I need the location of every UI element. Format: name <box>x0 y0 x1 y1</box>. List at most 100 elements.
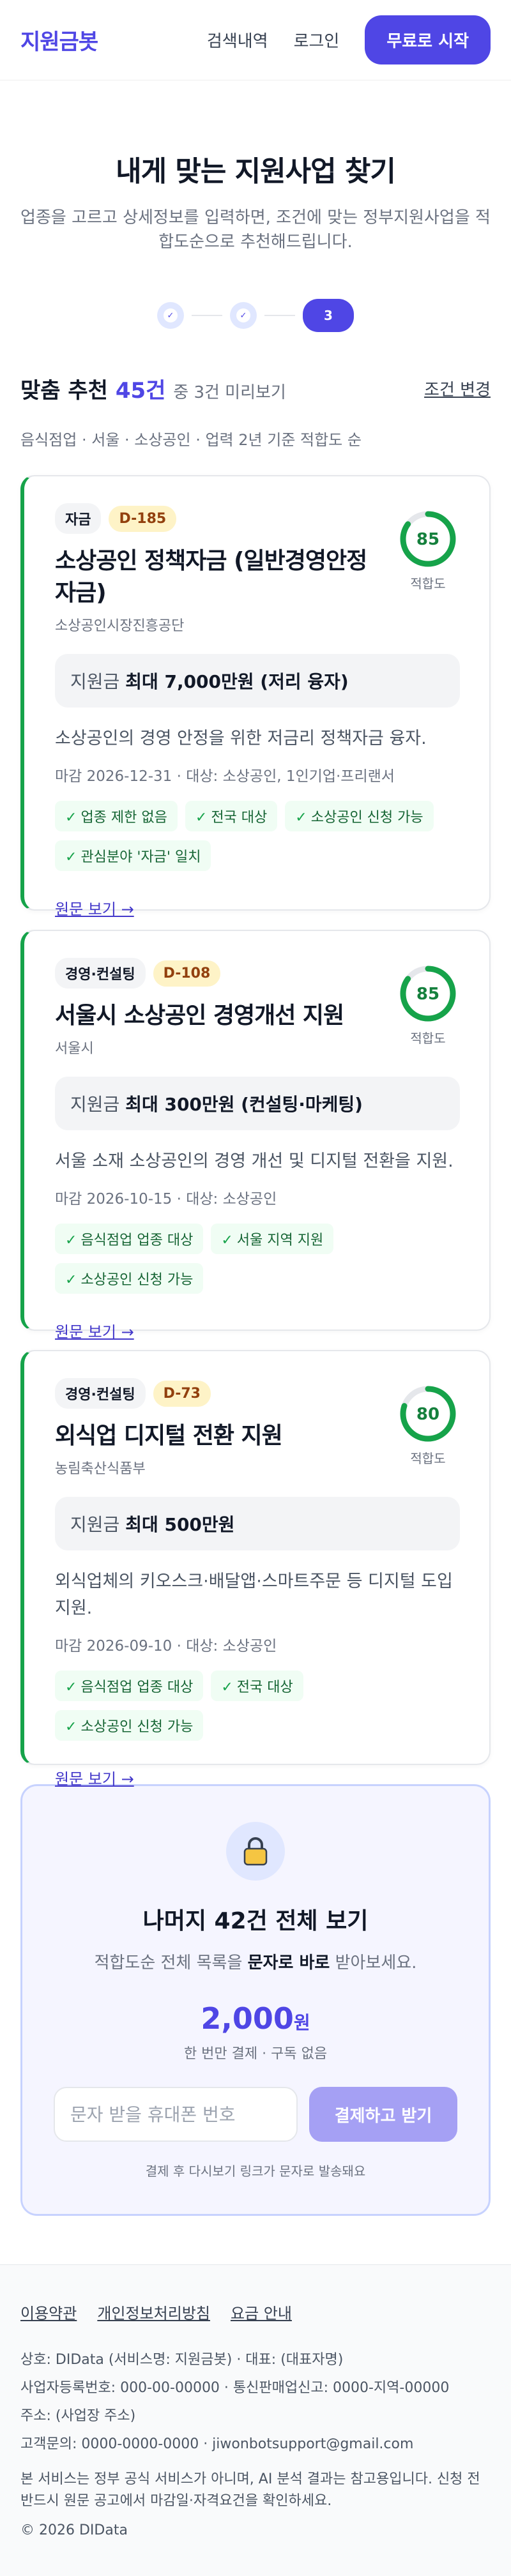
match-chips: ✓ 음식점업 업종 대상 ✓ 서울 지역 지원 ✓ 소상공인 신청 가능 <box>55 1224 460 1303</box>
support-amount: 지원금 최대 7,000만원 (저리 융자) <box>55 654 460 708</box>
nav-login[interactable]: 로그인 <box>294 28 340 52</box>
score-label: 적합도 <box>410 1451 446 1466</box>
check-icon: ✓ <box>195 810 208 826</box>
results-preview: 중 3건 미리보기 <box>173 383 286 402</box>
paywall-form: 결제하고 받기 <box>48 2087 463 2142</box>
customer-contact: 고객문의: 0000-0000-0000 · jiwonbotsupport@g… <box>20 2436 414 2452</box>
support-value: 최대 500만원 <box>125 1514 235 1535</box>
category-badge: 경영·컨설팅 <box>55 958 146 989</box>
score-value: 85 <box>416 985 439 1004</box>
terms-link[interactable]: 이용약관 <box>20 2301 77 2323</box>
results-title-prefix: 맞춤 추천 <box>20 378 108 404</box>
results-criteria: 음식점업 · 서울 · 소상공인 · 업력 2년 기준 적합도 순 <box>20 431 362 449</box>
program-org: 소상공인시장진흥공단 <box>55 618 185 634</box>
dday-badge: D-73 <box>153 1380 211 1407</box>
dday-badge: D-185 <box>109 505 177 532</box>
site-header: 지원금봇 검색내역 로그인 무료로 시작 <box>0 0 511 80</box>
support-prefix: 지원금 <box>70 1094 120 1115</box>
score-ring: 85 <box>400 966 456 1022</box>
lock-icon <box>243 1837 268 1866</box>
paywall-note: 한 번만 결제 · 구독 없음 <box>183 2046 328 2062</box>
disclaimer: 본 서비스는 정부 공식 서비스가 아니며, AI 분석 결과는 참고용입니다.… <box>20 2471 480 2509</box>
page-title: 내게 맞는 지원사업 찾기 <box>116 155 396 188</box>
company-name: 상호: DIData (서비스명: 지원금봇) · 대표: (대표자명) <box>20 2352 344 2368</box>
match-chips: ✓ 업종 제한 없음 ✓ 전국 대상 ✓ 소상공인 신청 가능 ✓ 관심분야 '자금' … <box>55 801 460 880</box>
start-free-button[interactable]: 무료로 시작 <box>365 15 491 64</box>
match-score: 85 적합도 <box>399 510 457 592</box>
program-meta: 마감 2026-09-10 · 대상: 소상공인 <box>55 1638 277 1655</box>
support-amount: 지원금 최대 300만원 (컨설팅·마케팅) <box>55 1077 460 1130</box>
step-connector <box>192 315 222 316</box>
privacy-link[interactable]: 개인정보처리방침 <box>97 2301 210 2323</box>
match-chip: ✓ 전국 대상 <box>211 1671 303 1701</box>
match-chip: ✓ 관심분야 '자금' 일치 <box>55 840 211 871</box>
price-value: 2,000 <box>201 2001 294 2036</box>
pricing-link[interactable]: 요금 안내 <box>231 2301 292 2323</box>
score-label: 적합도 <box>410 1031 446 1046</box>
result-cards: 자금 D-185 소상공인 정책자금 (일반경영안정자금) 소상공인시장진흥공단… <box>0 475 511 2216</box>
top-nav: 검색내역 로그인 무료로 시작 <box>207 15 491 64</box>
change-conditions-link[interactable]: 조건 변경 <box>424 377 491 400</box>
results-title: 맞춤 추천 45건 중 3건 미리보기 <box>20 373 286 404</box>
company-info: 상호: DIData (서비스명: 지원금봇) · 대표: (대표자명) 사업자… <box>20 2346 491 2459</box>
program-description: 서울 소재 소상공인의 경영 개선 및 디지털 전환을 지원. <box>55 1151 454 1171</box>
company-address: 주소: (사업장 주소) <box>20 2408 136 2424</box>
paywall-title: 나머지 42건 전체 보기 <box>142 1908 369 1934</box>
program-meta: 마감 2026-10-15 · 대상: 소상공인 <box>55 1191 277 1208</box>
step-1[interactable]: ✓ <box>157 302 184 329</box>
logo[interactable]: 지원금봇 <box>20 24 98 56</box>
paywall-footnote: 결제 후 다시보기 링크가 문자로 발송돼요 <box>145 2163 366 2179</box>
nav-search-history[interactable]: 검색내역 <box>207 28 268 52</box>
view-original-link[interactable]: 원문 보기 → <box>55 1319 134 1342</box>
match-chips: ✓ 음식점업 업종 대상 ✓ 전국 대상 ✓ 소상공인 신청 가능 <box>55 1671 460 1750</box>
program-card: 자금 D-185 소상공인 정책자금 (일반경영안정자금) 소상공인시장진흥공단… <box>20 475 491 918</box>
program-title: 소상공인 정책자금 (일반경영안정자금) <box>55 548 367 606</box>
page-subtitle: 업종을 고르고 상세정보를 입력하면, 조건에 맞는 정부지원사업을 적합도순으… <box>20 208 491 252</box>
support-value: 최대 7,000만원 (저리 융자) <box>125 671 349 692</box>
step-connector <box>264 315 295 316</box>
score-label: 적합도 <box>410 576 446 591</box>
hero: 내게 맞는 지원사업 찾기 업종을 고르고 상세정보를 입력하면, 조건에 맞는… <box>0 80 511 254</box>
pay-and-receive-button[interactable]: 결제하고 받기 <box>309 2087 457 2142</box>
step-2[interactable]: ✓ <box>230 302 257 329</box>
check-icon: ✓ <box>65 1719 77 1735</box>
check-icon: ✓ <box>65 1232 77 1248</box>
match-chip: ✓ 업종 제한 없음 <box>55 801 178 831</box>
program-description: 소상공인의 경영 안정을 위한 저금리 정책자금 융자. <box>55 729 427 748</box>
check-icon: ✓ <box>65 1272 77 1288</box>
score-ring: 80 <box>400 1386 456 1442</box>
program-description: 외식업체의 키오스크·배달앱·스마트주문 등 디지털 도입 지원. <box>55 1572 453 1618</box>
paywall-subtitle: 적합도순 전체 목록을 문자로 바로 받아보세요. <box>94 1953 417 1973</box>
support-amount: 지원금 최대 500만원 <box>55 1497 460 1550</box>
paywall-price: 2,000원 <box>48 2001 463 2036</box>
match-score: 80 적합도 <box>399 1384 457 1467</box>
match-chip: ✓ 서울 지역 지원 <box>211 1224 334 1254</box>
lock-badge <box>226 1822 285 1881</box>
program-meta: 마감 2026-12-31 · 대상: 소상공인, 1인기업·프리랜서 <box>55 768 395 785</box>
support-value: 최대 300만원 (컨설팅·마케팅) <box>125 1094 363 1115</box>
view-original-link[interactable]: 원문 보기 → <box>55 897 134 919</box>
program-card: 경영·컨설팅 D-73 외식업 디지털 전환 지원 농림축산식품부 80 적합도… <box>20 1350 491 1788</box>
view-original-link[interactable]: 원문 보기 → <box>55 1766 134 1789</box>
score-value: 80 <box>416 1405 439 1424</box>
match-chip: ✓ 음식점업 업종 대상 <box>55 1224 204 1254</box>
match-chip: ✓ 소상공인 신청 가능 <box>285 801 434 831</box>
program-card: 경영·컨설팅 D-108 서울시 소상공인 경영개선 지원 서울시 85 적합도… <box>20 930 491 1341</box>
match-chip: ✓ 소상공인 신청 가능 <box>55 1710 204 1741</box>
program-title: 서울시 소상공인 경영개선 지원 <box>55 1003 344 1029</box>
price-unit: 원 <box>293 2012 310 2033</box>
score-value: 85 <box>416 530 439 549</box>
phone-input[interactable] <box>54 2087 298 2142</box>
match-chip: ✓ 전국 대상 <box>185 801 278 831</box>
category-badge: 경영·컨설팅 <box>55 1378 146 1409</box>
copyright: © 2026 DIData <box>20 2522 128 2538</box>
program-title: 외식업 디지털 전환 지원 <box>55 1423 283 1449</box>
results-header: 맞춤 추천 45건 중 3건 미리보기 조건 변경 <box>0 373 511 404</box>
paywall-box: 나머지 42건 전체 보기 적합도순 전체 목록을 문자로 바로 받아보세요. … <box>20 1784 491 2216</box>
match-chip: ✓ 음식점업 업종 대상 <box>55 1671 204 1701</box>
results-count: 45건 <box>115 378 166 404</box>
step-3: 3 <box>303 299 354 332</box>
dday-badge: D-108 <box>153 960 221 987</box>
check-icon: ✓ <box>65 849 77 865</box>
check-icon: ✓ <box>164 308 178 322</box>
